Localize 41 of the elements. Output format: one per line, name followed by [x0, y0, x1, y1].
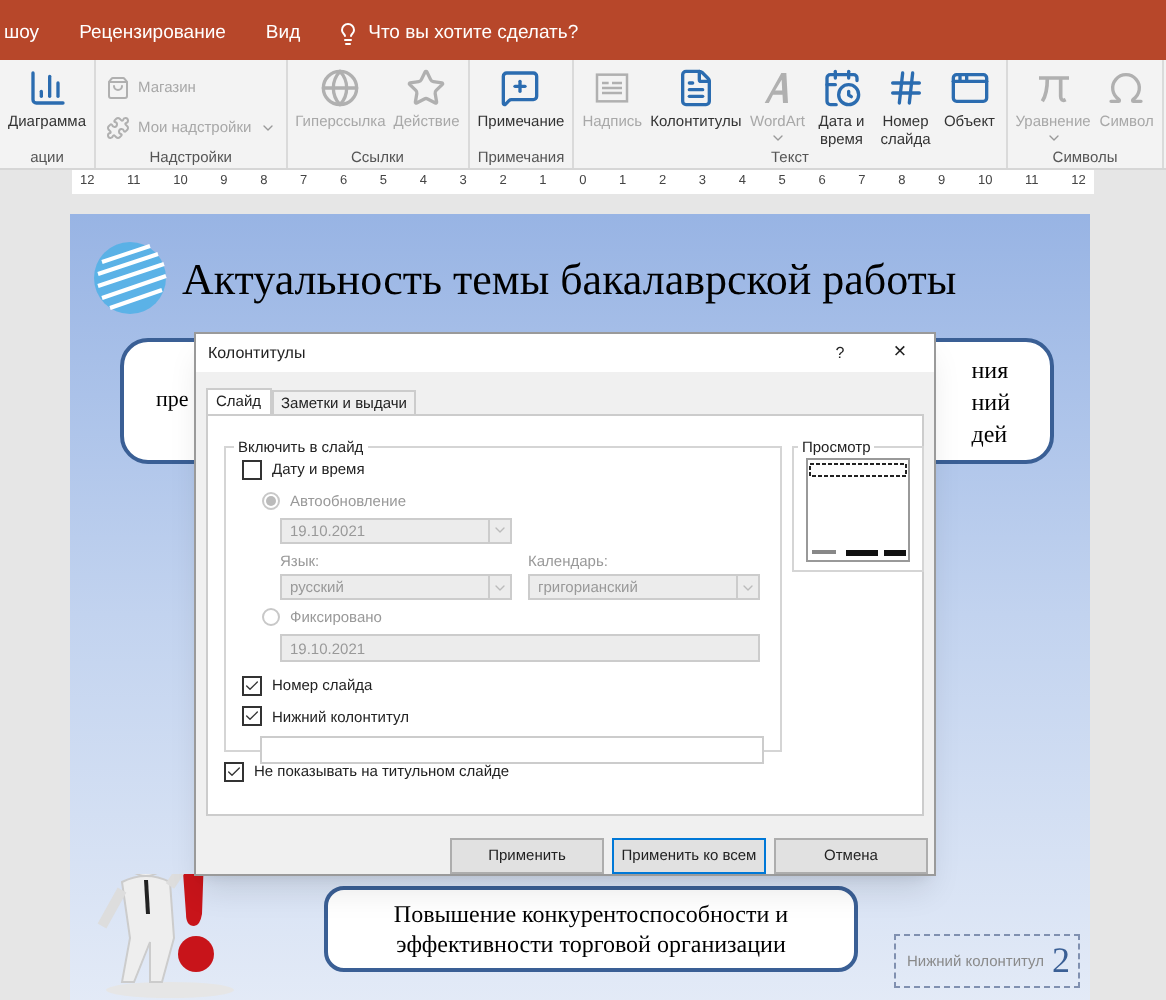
hash-icon — [885, 68, 926, 108]
caret-icon — [259, 120, 276, 136]
box-text: Повышение конкурентоспособности и — [393, 899, 789, 929]
search-field[interactable]: Что вы хотите сделать? — [336, 19, 579, 49]
globe-icon — [320, 68, 361, 108]
checkbox[interactable] — [224, 761, 244, 782]
checkbox[interactable] — [242, 706, 262, 727]
caret-icon — [769, 130, 786, 146]
box-text: ний — [971, 385, 1010, 417]
window-icon — [949, 68, 990, 108]
menu-tab[interactable]: Рецензирование — [75, 19, 230, 49]
help-button[interactable]: ? — [818, 341, 862, 365]
comment-plus-icon — [500, 68, 541, 108]
bar-chart-icon — [27, 68, 67, 108]
caret-icon — [1045, 130, 1062, 146]
calendar-clock-icon — [821, 68, 862, 108]
shopping-bag-icon — [106, 76, 131, 100]
slide-number: 2 — [1052, 938, 1070, 984]
checkbox[interactable] — [242, 459, 262, 480]
menu-tab[interactable]: Вид — [261, 19, 305, 49]
lightbulb-icon — [336, 22, 361, 46]
radio-button[interactable] — [262, 491, 280, 510]
menu-tab[interactable]: шоу — [0, 19, 44, 49]
dialog-title: Колонтитулы — [208, 341, 308, 365]
radio-button[interactable] — [262, 608, 280, 627]
omega-icon — [1106, 68, 1147, 108]
page-icon — [675, 68, 716, 108]
puzzle-icon — [106, 116, 131, 140]
box-text: пре — [156, 386, 189, 417]
slide-preview-drawing — [806, 458, 910, 563]
box-text: ния — [971, 353, 1010, 385]
slide-title: Актуальность темы бакалаврской работы — [182, 251, 957, 308]
footer-input-field[interactable] — [260, 735, 764, 764]
globe-logo-icon — [90, 238, 170, 318]
check-icon — [226, 763, 242, 780]
text-box-icon — [592, 68, 633, 108]
star-icon — [406, 68, 447, 108]
checkbox[interactable] — [242, 675, 262, 696]
box-text: дей — [971, 417, 1010, 449]
box-text: эффективности торговой организации — [396, 929, 786, 959]
close-button[interactable]: × — [878, 336, 922, 370]
